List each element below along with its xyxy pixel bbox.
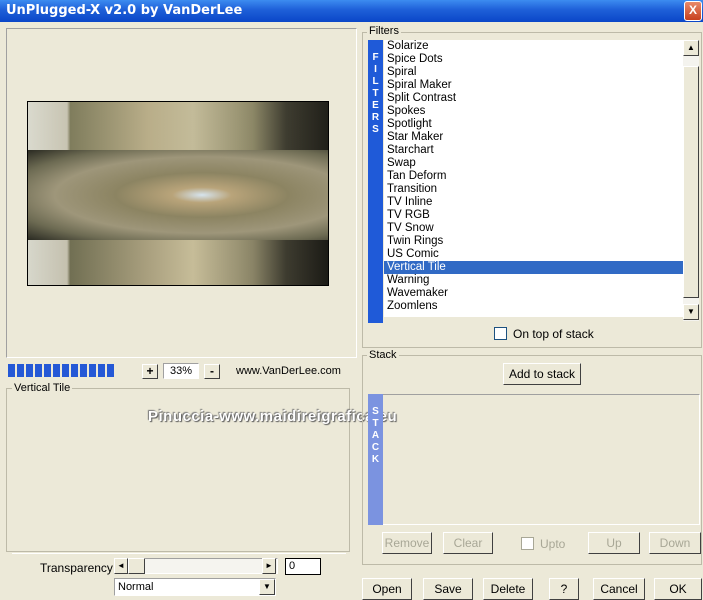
filter-item[interactable]: TV RGB: [384, 209, 683, 222]
scroll-up-icon[interactable]: ▲: [683, 40, 699, 56]
slider-thumb[interactable]: [128, 558, 145, 574]
filter-item[interactable]: Spokes: [384, 105, 683, 118]
filter-item[interactable]: Solarize: [384, 40, 683, 53]
remove-button[interactable]: Remove: [382, 532, 432, 554]
filter-item[interactable]: Swap: [384, 157, 683, 170]
cancel-button[interactable]: Cancel: [593, 578, 645, 600]
preview-image: [27, 101, 329, 286]
scroll-down-icon[interactable]: ▼: [683, 304, 699, 320]
stack-strip: STACK: [368, 394, 383, 525]
filter-item[interactable]: Twin Rings: [384, 235, 683, 248]
filters-strip: FILTERS: [368, 40, 383, 323]
window-title: UnPlugged-X v2.0 by VanDerLee: [6, 3, 243, 18]
help-button[interactable]: ?: [549, 578, 579, 600]
zoom-value: 33%: [163, 363, 199, 379]
filter-item[interactable]: Spiral Maker: [384, 79, 683, 92]
filter-item[interactable]: Star Maker: [384, 131, 683, 144]
filter-item[interactable]: Tan Deform: [384, 170, 683, 183]
settings-group-label: Vertical Tile: [12, 382, 73, 394]
save-button[interactable]: Save: [423, 578, 473, 600]
slider-left-icon[interactable]: ◄: [114, 558, 128, 574]
blend-mode-value: Normal: [118, 581, 154, 593]
zoom-out-button[interactable]: -: [204, 364, 220, 379]
filter-item[interactable]: Zoomlens: [384, 300, 683, 313]
filter-item-selected[interactable]: Vertical Tile: [384, 261, 683, 274]
filter-item[interactable]: Spiral: [384, 66, 683, 79]
scroll-thumb[interactable]: [683, 66, 699, 298]
window-titlebar: UnPlugged-X v2.0 by VanDerLee: [0, 0, 703, 22]
filter-item[interactable]: Spice Dots: [384, 53, 683, 66]
filters-scrollbar[interactable]: ▲ ▼: [683, 40, 699, 321]
filter-item[interactable]: Warning: [384, 274, 683, 287]
transparency-label: Transparency: [40, 561, 113, 575]
blend-mode-select[interactable]: Normal: [114, 578, 276, 596]
preview-panel: [6, 28, 357, 358]
filter-item[interactable]: Transition: [384, 183, 683, 196]
filter-item[interactable]: Wavemaker: [384, 287, 683, 300]
stack-list[interactable]: [368, 394, 700, 525]
stack-group-label: Stack: [367, 349, 399, 361]
filter-item[interactable]: US Comic: [384, 248, 683, 261]
close-button[interactable]: X: [684, 1, 702, 21]
open-button[interactable]: Open: [362, 578, 412, 600]
filter-item[interactable]: TV Snow: [384, 222, 683, 235]
slider-right-icon[interactable]: ►: [262, 558, 276, 574]
website-link[interactable]: www.VanDerLee.com: [236, 365, 341, 377]
filters-list[interactable]: Solarize Spice Dots Spiral Spiral Maker …: [384, 40, 683, 317]
up-button[interactable]: Up: [588, 532, 640, 554]
filter-item[interactable]: Split Contrast: [384, 92, 683, 105]
watermark: Pinuccia-www.maidireigrafica.eu: [148, 408, 398, 425]
down-button[interactable]: Down: [649, 532, 701, 554]
clear-button[interactable]: Clear: [443, 532, 493, 554]
zoom-in-button[interactable]: +: [142, 364, 158, 379]
chevron-down-icon[interactable]: ▼: [259, 579, 275, 595]
ok-button[interactable]: OK: [654, 578, 702, 600]
upto-label: Upto: [540, 537, 566, 551]
delete-button[interactable]: Delete: [483, 578, 533, 600]
upto-checkbox[interactable]: [521, 537, 534, 550]
add-to-stack-button[interactable]: Add to stack: [503, 363, 581, 385]
filter-item[interactable]: Spotlight: [384, 118, 683, 131]
progress-bar: [8, 364, 126, 378]
filter-item[interactable]: TV Inline: [384, 196, 683, 209]
filter-item[interactable]: Starchart: [384, 144, 683, 157]
transparency-input[interactable]: 0: [285, 558, 321, 575]
on-top-checkbox[interactable]: [494, 327, 507, 340]
settings-divider: [12, 553, 346, 554]
filters-group-label: Filters: [367, 25, 401, 37]
on-top-label: On top of stack: [513, 327, 594, 341]
